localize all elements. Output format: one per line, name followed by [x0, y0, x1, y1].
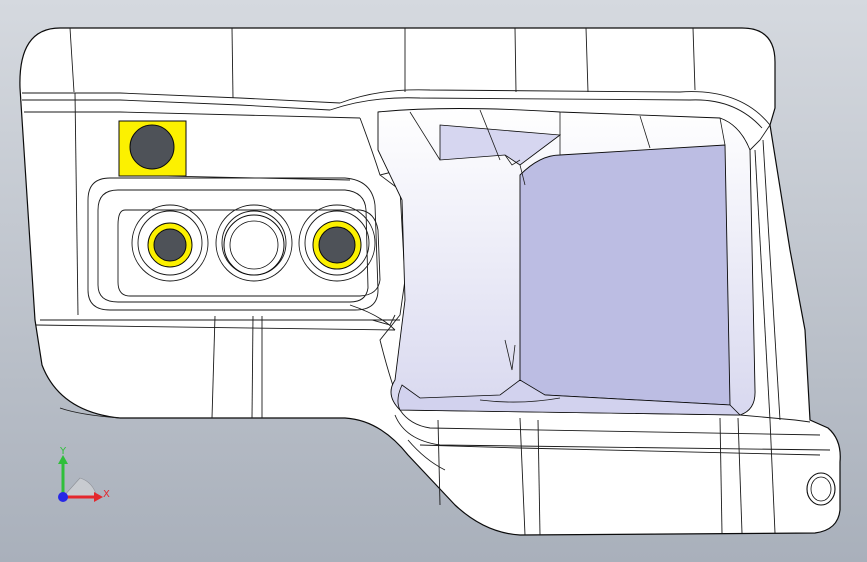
- model-canvas[interactable]: Y X: [0, 0, 867, 562]
- pocket-cavity[interactable]: [377, 108, 756, 416]
- hole-center[interactable]: [223, 214, 285, 276]
- graphics-viewport[interactable]: Y X: [0, 0, 867, 562]
- hole-right-selected[interactable]: [312, 220, 362, 270]
- triad-y-label: Y: [59, 446, 67, 457]
- mount-hole-1[interactable]: [129, 124, 175, 170]
- hole-left-selected[interactable]: [147, 222, 193, 268]
- selected-face-square[interactable]: [118, 120, 187, 177]
- triad-z-axis: [58, 492, 68, 502]
- triad-x-label: X: [103, 489, 110, 500]
